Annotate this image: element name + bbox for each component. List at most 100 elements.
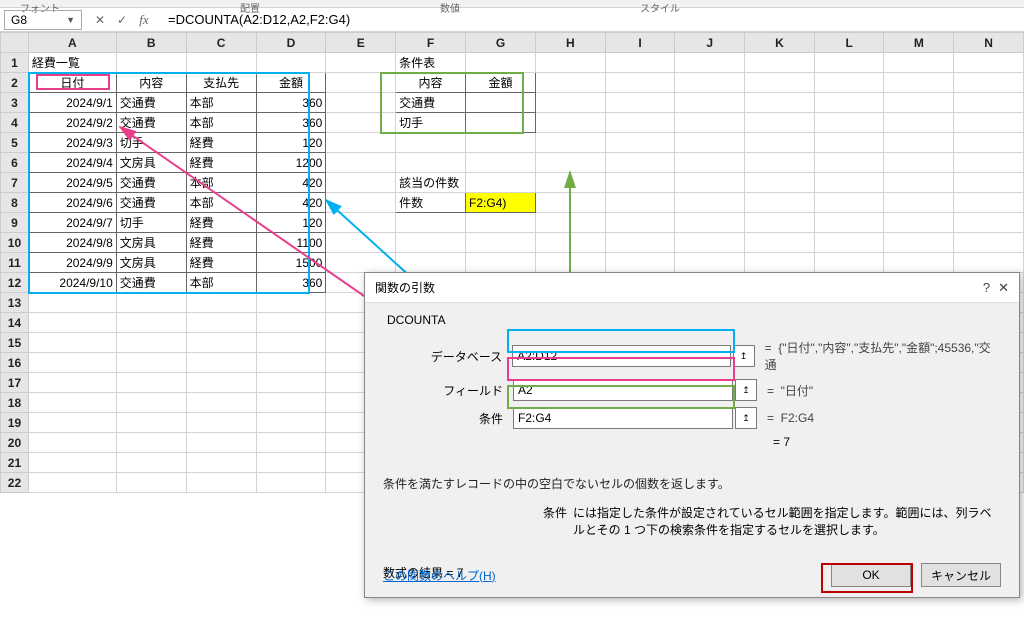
col-header[interactable]: F <box>396 33 466 53</box>
cell[interactable] <box>745 153 815 173</box>
cell[interactable] <box>605 233 675 253</box>
cell[interactable] <box>466 213 536 233</box>
cell[interactable]: 件数 <box>396 193 466 213</box>
cell[interactable]: 金額 <box>466 73 536 93</box>
chevron-down-icon[interactable]: ▼ <box>66 15 75 25</box>
cell[interactable] <box>116 293 186 313</box>
cell[interactable]: 切手 <box>116 133 186 153</box>
cell[interactable] <box>884 113 954 133</box>
cell[interactable] <box>326 193 396 213</box>
cell[interactable] <box>884 193 954 213</box>
fx-icon[interactable]: fx <box>134 10 154 30</box>
cell[interactable] <box>326 153 396 173</box>
cell[interactable]: 1100 <box>256 233 326 253</box>
cell[interactable] <box>326 213 396 233</box>
cell[interactable] <box>884 213 954 233</box>
cell[interactable] <box>814 153 884 173</box>
cell[interactable] <box>116 373 186 393</box>
cell[interactable]: 1500 <box>256 253 326 273</box>
cell[interactable] <box>186 393 256 413</box>
cell[interactable] <box>884 73 954 93</box>
cell[interactable] <box>326 133 396 153</box>
cell[interactable]: 切手 <box>396 113 466 133</box>
cell[interactable]: 交通費 <box>396 93 466 113</box>
cell[interactable] <box>326 93 396 113</box>
col-header[interactable]: A <box>28 33 116 53</box>
row-header[interactable]: 20 <box>1 433 29 453</box>
cell[interactable] <box>954 73 1024 93</box>
cell[interactable] <box>954 253 1024 273</box>
cell[interactable] <box>28 413 116 433</box>
cell[interactable] <box>396 133 466 153</box>
row-header[interactable]: 16 <box>1 353 29 373</box>
cell[interactable]: 経費 <box>186 253 256 273</box>
cell[interactable] <box>675 173 745 193</box>
range-picker-icon[interactable]: ↥ <box>735 379 757 401</box>
cell[interactable] <box>605 133 675 153</box>
cell[interactable] <box>28 313 116 333</box>
cell[interactable]: 120 <box>256 213 326 233</box>
cell[interactable]: 420 <box>256 193 326 213</box>
name-box[interactable]: G8▼ <box>4 10 82 30</box>
cell[interactable] <box>326 113 396 133</box>
cell[interactable] <box>745 213 815 233</box>
cell[interactable] <box>535 193 605 213</box>
row-header[interactable]: 9 <box>1 213 29 233</box>
cell[interactable]: 360 <box>256 93 326 113</box>
cell[interactable] <box>186 353 256 373</box>
cell[interactable]: 経費 <box>186 233 256 253</box>
cell[interactable] <box>605 153 675 173</box>
cell[interactable] <box>605 93 675 113</box>
cell[interactable]: 条件表 <box>396 53 466 73</box>
cell[interactable] <box>396 153 466 173</box>
row-header[interactable]: 3 <box>1 93 29 113</box>
row-header[interactable]: 22 <box>1 473 29 493</box>
cell[interactable] <box>954 133 1024 153</box>
cell[interactable] <box>675 113 745 133</box>
cell[interactable] <box>884 153 954 173</box>
cell[interactable]: 2024/9/5 <box>28 173 116 193</box>
cell[interactable] <box>466 133 536 153</box>
cell[interactable] <box>535 133 605 153</box>
cell[interactable] <box>28 453 116 473</box>
cell[interactable] <box>535 173 605 193</box>
col-header[interactable]: H <box>535 33 605 53</box>
cell[interactable] <box>256 53 326 73</box>
cell[interactable] <box>535 153 605 173</box>
cell[interactable]: 文房具 <box>116 153 186 173</box>
ok-button[interactable]: OK <box>831 563 911 587</box>
cell[interactable] <box>186 313 256 333</box>
cell[interactable]: 360 <box>256 273 326 293</box>
cell[interactable]: 経費 <box>186 133 256 153</box>
cell[interactable] <box>535 93 605 113</box>
cell[interactable] <box>256 413 326 433</box>
cell[interactable] <box>884 133 954 153</box>
cell[interactable] <box>186 373 256 393</box>
cell[interactable] <box>884 173 954 193</box>
row-header[interactable]: 15 <box>1 333 29 353</box>
cell[interactable]: 2024/9/8 <box>28 233 116 253</box>
col-header[interactable]: N <box>954 33 1024 53</box>
cell[interactable] <box>814 233 884 253</box>
row-header[interactable]: 18 <box>1 393 29 413</box>
cell[interactable] <box>675 133 745 153</box>
cell[interactable] <box>675 93 745 113</box>
row-header[interactable]: 13 <box>1 293 29 313</box>
cell[interactable] <box>326 233 396 253</box>
cell[interactable] <box>675 233 745 253</box>
cell[interactable] <box>116 53 186 73</box>
col-header[interactable]: I <box>605 33 675 53</box>
cell[interactable] <box>28 333 116 353</box>
cell[interactable]: 2024/9/9 <box>28 253 116 273</box>
cell[interactable] <box>256 333 326 353</box>
cell[interactable] <box>326 173 396 193</box>
cell[interactable] <box>675 213 745 233</box>
close-icon[interactable]: ✕ <box>998 280 1009 296</box>
cell[interactable] <box>535 233 605 253</box>
cell[interactable]: 360 <box>256 113 326 133</box>
cell[interactable]: 経費一覧 <box>28 53 116 73</box>
cell[interactable] <box>326 253 396 273</box>
col-header[interactable]: C <box>186 33 256 53</box>
cell[interactable]: 交通費 <box>116 193 186 213</box>
cell[interactable]: 交通費 <box>116 273 186 293</box>
